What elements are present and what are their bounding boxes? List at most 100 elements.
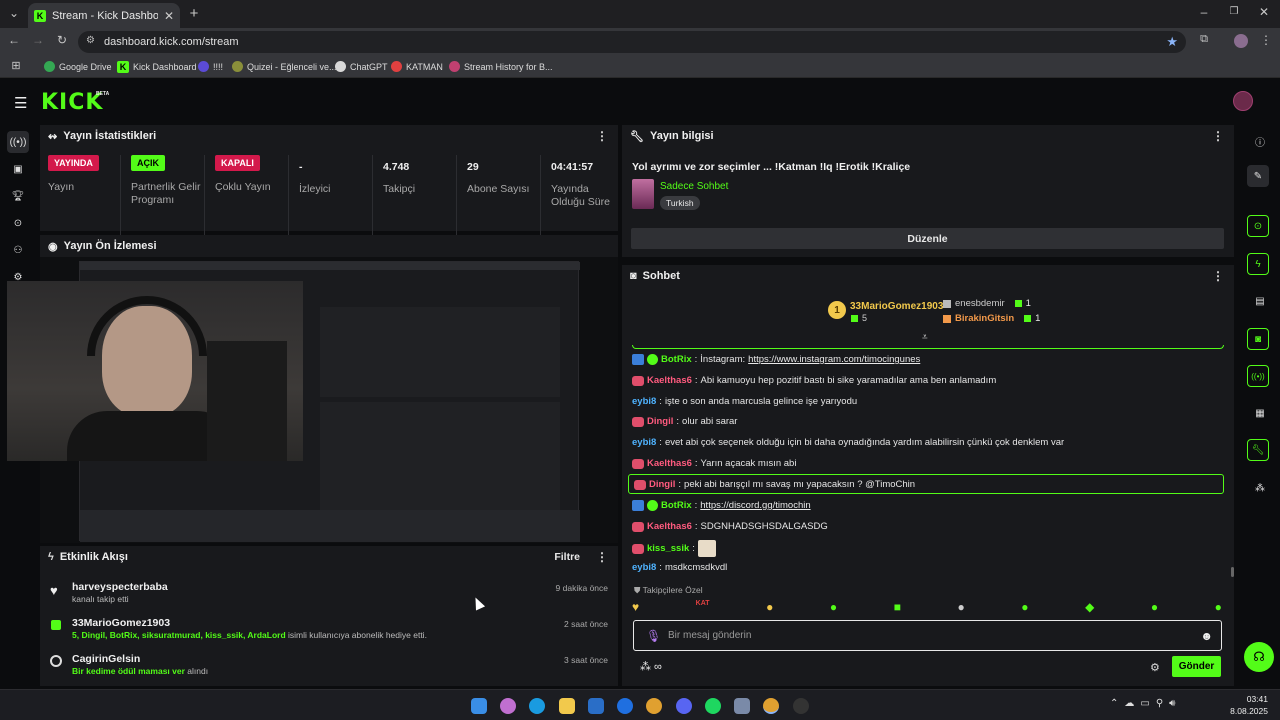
chat-link[interactable]: https://discord.gg/timochin [700, 500, 810, 511]
minimize-icon[interactable]: – [1196, 5, 1212, 19]
chat-settings-icon[interactable]: ⚙ [1150, 661, 1160, 674]
chat-username[interactable]: kiss_ssik [647, 543, 689, 554]
tools-quick-icon[interactable]: 🔧︎ [1247, 439, 1269, 461]
app-icon[interactable] [734, 698, 750, 714]
stats-menu-icon[interactable]: ⋮ [596, 129, 608, 143]
discord-icon[interactable] [676, 698, 692, 714]
media-icon[interactable]: ▦ [1249, 402, 1271, 424]
chat-tools-icon[interactable]: ⁂ ∞ [640, 660, 662, 673]
chat-username[interactable]: eybi8 [632, 396, 656, 407]
clock[interactable]: 03:41 8.08.2025 [1228, 694, 1268, 716]
face-emote-icon[interactable]: ● [766, 600, 773, 616]
bookmark-exclaim[interactable]: !!!! [198, 61, 223, 72]
kick-logo[interactable]: KICK [41, 90, 103, 115]
chat-username[interactable]: Dingil [647, 416, 673, 427]
chat-username[interactable]: eybi8 [632, 437, 656, 448]
chat-username[interactable]: Kaelthas6 [647, 521, 692, 532]
collapse-leaderboard-icon[interactable]: ⩡ [922, 332, 928, 343]
mic-icon[interactable]: 🎙︎ [646, 629, 661, 643]
chat-quick-icon[interactable]: ◙ [1247, 328, 1269, 350]
chat-username[interactable]: Dingil [649, 479, 675, 490]
new-tab-icon[interactable]: + [186, 5, 202, 22]
sidebar-moderation-icon[interactable]: ⊙ [7, 212, 29, 234]
start-icon[interactable] [471, 698, 487, 714]
event-user[interactable]: 33MarioGomez1903 [72, 617, 170, 629]
reload-icon[interactable]: ↻ [54, 33, 70, 47]
stream-info-menu-icon[interactable]: ⋮ [1212, 129, 1224, 143]
chrome-active-icon[interactable] [763, 698, 779, 714]
chat-username[interactable]: Kaelthas6 [647, 458, 692, 469]
kick-emote-icon[interactable]: ■ [894, 600, 901, 616]
bookmark-katman[interactable]: KATMAN [391, 61, 443, 72]
sidebar-stream-icon[interactable]: ((•)) [7, 131, 29, 153]
gifter-name[interactable]: enesbdemir [955, 298, 1005, 309]
integrations-icon[interactable]: ⁂ [1249, 477, 1271, 499]
kick-emote-icon[interactable]: ◆ [1085, 600, 1094, 616]
top-gifter-name[interactable]: 33MarioGomez1903 [850, 301, 943, 312]
chrome-menu-icon[interactable]: ⋮ [1258, 33, 1274, 47]
copilot-icon[interactable] [500, 698, 516, 714]
event-user[interactable]: harveyspecterbaba [72, 581, 168, 593]
apps-grid-icon[interactable]: ⊞ [8, 59, 24, 72]
chat-username[interactable]: BotRix [661, 500, 692, 511]
moderation-quick-icon[interactable]: ⊙ [1247, 215, 1269, 237]
sidebar-community-icon[interactable]: ⚇ [7, 239, 29, 261]
category-name[interactable]: Sadece Sohbet [660, 181, 728, 192]
kick-emote-icon[interactable]: ● [1021, 600, 1028, 616]
send-button[interactable]: Gönder [1172, 656, 1221, 677]
edge-icon[interactable] [529, 698, 545, 714]
app-icon[interactable] [617, 698, 633, 714]
tab-search-icon[interactable]: ⌄ [6, 6, 22, 20]
notes-icon[interactable]: ▤ [1249, 290, 1271, 312]
browser-tab[interactable]: K Stream - Kick Dashboard ✕ [28, 3, 180, 28]
kick-emote-icon[interactable]: ● [1151, 600, 1158, 616]
chat-menu-icon[interactable]: ⋮ [1212, 269, 1224, 283]
chat-link[interactable]: https://www.instagram.com/timocingunes [748, 354, 920, 365]
sidebar-trophy-icon[interactable]: 🏆︎ [7, 185, 29, 207]
chat-username[interactable]: eybi8 [632, 562, 656, 573]
chat-scrollbar[interactable] [1231, 567, 1234, 577]
chat-username[interactable]: BotRix [661, 354, 692, 365]
stream-quick-icon[interactable]: ((•)) [1247, 365, 1269, 387]
events-menu-icon[interactable]: ⋮ [596, 550, 608, 564]
forward-icon[interactable]: → [30, 33, 46, 47]
hamburger-menu-icon[interactable]: ☰ [14, 94, 27, 112]
close-window-icon[interactable]: ✕ [1256, 5, 1272, 19]
event-user[interactable]: CagirinGelsin [72, 653, 140, 665]
chat-username[interactable]: Kaelthas6 [647, 375, 692, 386]
file-explorer-icon[interactable] [559, 698, 575, 714]
edit-pencil-icon[interactable]: ✎ [1247, 165, 1269, 187]
emoji-icon[interactable]: ☻ [1200, 629, 1213, 643]
bookmark-stream-history[interactable]: Stream History for B... [449, 61, 553, 72]
store-icon[interactable] [588, 698, 604, 714]
maximize-icon[interactable]: ❐ [1226, 6, 1242, 17]
bookmark-kick-dashboard[interactable]: K Kick Dashboard [117, 61, 197, 73]
kick-emote-icon[interactable]: ● [830, 600, 837, 616]
back-icon[interactable]: ← [6, 33, 22, 47]
edit-button[interactable]: Düzenle [631, 228, 1224, 249]
spotify-icon[interactable] [705, 698, 721, 714]
extensions-icon[interactable]: ⧉ [1196, 33, 1212, 46]
heart-emote-icon[interactable]: ♥ [632, 600, 639, 616]
sidebar-analytics-icon[interactable]: ▣ [7, 158, 29, 180]
chat-input[interactable]: 🎙︎ Bir mesaj gönderin ☻ [633, 620, 1222, 651]
bookmark-quizei[interactable]: Quizei - Eğlenceli ve... [232, 61, 337, 72]
obs-icon[interactable] [793, 698, 809, 714]
site-info-icon[interactable]: ⚙ [86, 35, 95, 46]
chrome-icon[interactable] [646, 698, 662, 714]
bookmark-google-drive[interactable]: Google Drive [44, 61, 112, 72]
address-bar[interactable]: ⚙ dashboard.kick.com/stream ★ [78, 31, 1186, 53]
system-tray-icons[interactable]: ⌃☁▭⚲🔊︎ [1110, 698, 1181, 709]
close-tab-icon[interactable]: ✕ [164, 9, 174, 23]
bookmark-chatgpt[interactable]: ChatGPT [335, 61, 388, 72]
gifter-name[interactable]: BirakinGitsin [955, 313, 1014, 324]
info-icon[interactable]: ⓘ [1249, 130, 1271, 152]
user-avatar[interactable] [1233, 91, 1253, 111]
kat-emote-icon[interactable]: KAT [696, 600, 710, 616]
kick-emote-icon[interactable]: ● [1215, 600, 1222, 616]
filter-button[interactable]: Filtre [554, 551, 580, 563]
lightning-quick-icon[interactable]: ϟ [1247, 253, 1269, 275]
skull-emote-icon[interactable]: ● [957, 600, 964, 616]
bookmark-star-icon[interactable]: ★ [1166, 34, 1178, 50]
support-chat-button[interactable]: ☊ [1244, 642, 1274, 672]
